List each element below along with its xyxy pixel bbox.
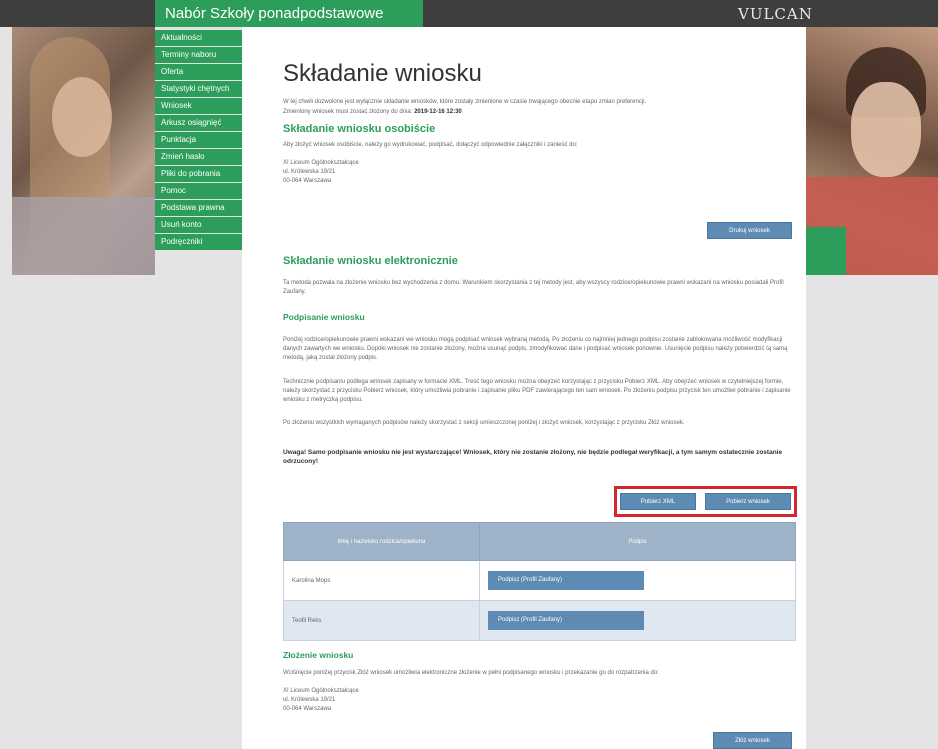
- banner-photo-left: [12, 27, 155, 275]
- deadline: 2019-12-16 12:30: [414, 109, 462, 115]
- sidebar-item-statystyki[interactable]: Statystyki chętnych: [155, 81, 242, 97]
- sidebar-item-terminy-naboru[interactable]: Terminy naboru: [155, 47, 242, 63]
- submit-heading: Złożenie wniosku: [283, 650, 354, 660]
- personal-address-1: XI Liceum Ogólnokształcące: [283, 160, 359, 166]
- signing-para-3: Po złożeniu wszystkich wymaganych podpis…: [283, 420, 685, 426]
- personal-heading: Składanie wniosku osobiście: [283, 123, 436, 135]
- submit-application-button[interactable]: Złóż wniosek: [713, 732, 792, 749]
- download-application-button[interactable]: Pobierz wniosek: [705, 493, 791, 510]
- sidebar-item-pomoc[interactable]: Pomoc: [155, 183, 242, 199]
- sidebar-menu: Aktualności Terminy naboru Oferta Statys…: [155, 30, 242, 251]
- submit-address-2: ul. Królewska 19/21: [283, 697, 336, 703]
- submit-address-3: 00-064 Warszawa: [283, 706, 332, 712]
- sidebar-item-pliki[interactable]: Pliki do pobrania: [155, 166, 242, 182]
- personal-address-2: ul. Królewska 19/21: [283, 169, 336, 175]
- top-bar: Nabór Szkoły ponadpodstawowe VULCAN: [0, 0, 938, 27]
- sidebar-item-punktacja[interactable]: Punktacja: [155, 132, 242, 148]
- sidebar-item-wniosek[interactable]: Wniosek: [155, 98, 242, 114]
- sidebar-item-arkusz[interactable]: Arkusz osiągnięć: [155, 115, 242, 131]
- personal-text: Aby złożyć wniosek osobiście, należy go …: [283, 142, 578, 148]
- intro-line-2: Zmieniony wniosek musi zostać złożony do…: [283, 109, 462, 115]
- signing-para-2: Technicznie podpisaniu podlega wniosek z…: [283, 379, 791, 403]
- intro-line-1: W tej chwili dozwolone jest wyłącznie sk…: [283, 99, 647, 105]
- signing-warning: Uwaga! Samo podpisanie wniosku nie jest …: [283, 449, 783, 465]
- app-title: Nabór Szkoły ponadpodstawowe: [165, 5, 384, 22]
- sidebar-item-usun-konto[interactable]: Usuń konto: [155, 217, 242, 233]
- banner-photo-right: [806, 27, 938, 275]
- signing-para-1: Poniżej rodzice/opiekunowie prawni wskaz…: [283, 337, 788, 361]
- electronic-text: Ta metoda pozwala na złożenie wniosku be…: [283, 280, 784, 295]
- sign-trusted-profile-button[interactable]: Podpisz (Profil Zaufany): [488, 571, 644, 590]
- sidebar-item-oferta[interactable]: Oferta: [155, 64, 242, 80]
- parent-name: Karolina Mops: [283, 560, 480, 601]
- table-row: Karolina Mops Podpisz (Profil Zaufany): [283, 560, 796, 601]
- sidebar-item-aktualnosci[interactable]: Aktualności: [155, 30, 242, 46]
- signing-heading: Podpisanie wniosku: [283, 312, 365, 322]
- table-row: Teofil Reks Podpisz (Profil Zaufany): [283, 600, 796, 641]
- parent-name: Teofil Reks: [283, 600, 480, 641]
- sidebar-item-podstawa-prawna[interactable]: Podstawa prawna: [155, 200, 242, 216]
- print-application-button[interactable]: Drukuj wniosek: [707, 222, 792, 239]
- page-title: Składanie wniosku: [283, 60, 482, 87]
- sidebar-item-zmien-haslo[interactable]: Zmień hasło: [155, 149, 242, 165]
- submit-address-1: XI Liceum Ogólnokształcące: [283, 688, 359, 694]
- signatures-table: Imię i nazwisko rodzica/opiekuna Podpis …: [283, 522, 796, 641]
- vulcan-logo: VULCAN: [738, 5, 813, 23]
- column-header-signature: Podpis: [479, 522, 796, 561]
- download-xml-button[interactable]: Pobierz XML: [620, 493, 696, 510]
- sign-trusted-profile-button[interactable]: Podpisz (Profil Zaufany): [488, 611, 644, 630]
- personal-address-3: 00-064 Warszawa: [283, 178, 332, 184]
- electronic-heading: Składanie wniosku elektronicznie: [283, 255, 458, 267]
- submit-text: Wciśnięcie poniżej przycisk Złóż wniosek…: [283, 670, 659, 676]
- column-header-name: Imię i nazwisko rodzica/opiekuna: [283, 522, 480, 561]
- sidebar-item-podreczniki[interactable]: Podręczniki: [155, 234, 242, 250]
